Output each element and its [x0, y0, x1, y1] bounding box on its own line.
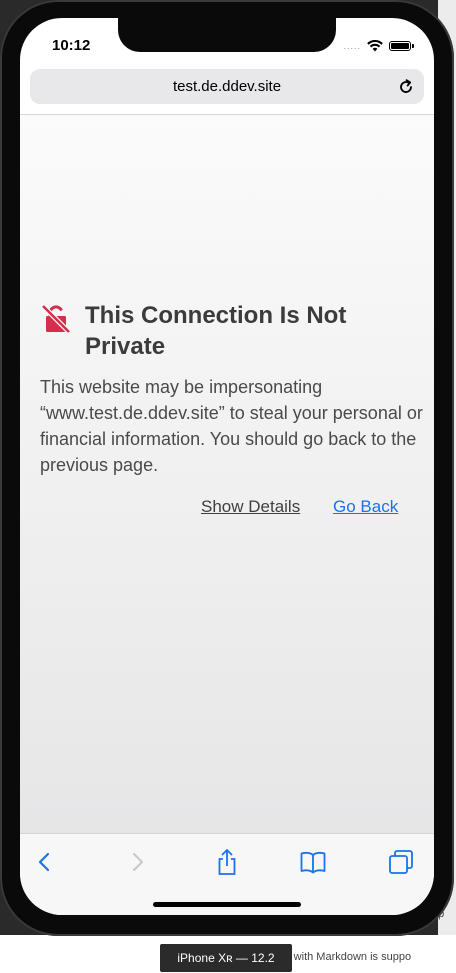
- wifi-icon: [367, 40, 383, 52]
- error-description: This website may be impersonating “www.t…: [40, 377, 423, 475]
- address-bar[interactable]: test.de.ddev.site: [30, 69, 424, 104]
- battery-icon: [389, 41, 411, 51]
- back-icon[interactable]: [31, 848, 59, 876]
- status-time: 10:12: [52, 37, 91, 54]
- reload-icon[interactable]: [396, 77, 416, 97]
- error-page: This Connection Is Not Private This webs…: [20, 115, 434, 833]
- share-icon[interactable]: [213, 848, 241, 876]
- battery-cap: [412, 44, 414, 48]
- signal-icon: .....: [343, 41, 361, 51]
- broken-lock-warning-icon: [41, 304, 71, 334]
- simulator-device-label: iPhone Xʀ — 12.2: [160, 944, 292, 972]
- forward-icon[interactable]: [123, 848, 151, 876]
- tabs-icon[interactable]: [387, 848, 415, 876]
- go-back-link[interactable]: Go Back: [333, 497, 398, 517]
- url-text[interactable]: test.de.ddev.site: [30, 78, 424, 95]
- show-details-link[interactable]: Show Details: [201, 497, 300, 517]
- notch: [118, 18, 336, 52]
- error-title: This Connection Is Not Private: [85, 302, 347, 360]
- phone-screen: 10:12 ..... test.de.ddev.site This Conne…: [20, 18, 434, 915]
- iphone-frame: 10:12 ..... test.de.ddev.site This Conne…: [0, 0, 454, 936]
- status-icons: .....: [343, 40, 414, 52]
- bookmarks-icon[interactable]: [299, 848, 327, 876]
- home-indicator[interactable]: [153, 902, 301, 907]
